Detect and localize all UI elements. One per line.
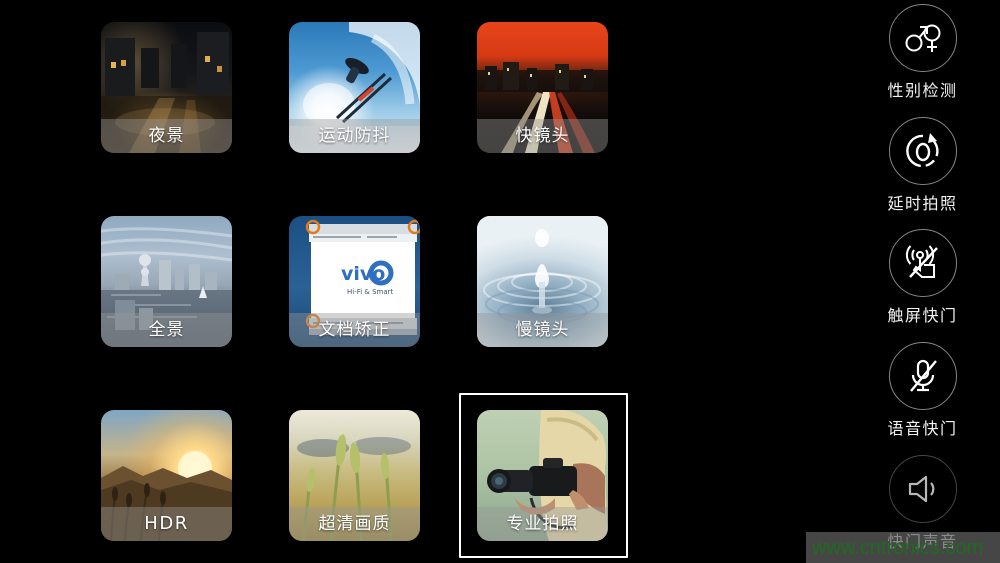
mode-ultra-hd-label: 超清画质 — [289, 507, 420, 541]
mode-sports-stabilize[interactable]: 运动防抖 — [289, 22, 420, 153]
settings-sidebar: 性别检测 延时拍照 触屏快门 语音快门 — [845, 0, 1000, 563]
sidebar-item-timer-delay[interactable]: 延时拍照 — [845, 117, 1000, 214]
svg-text:Hi-Fi & Smart: Hi-Fi & Smart — [347, 288, 394, 296]
mode-hdr[interactable]: HDR — [101, 410, 232, 541]
sidebar-label-voice-shutter: 语音快门 — [887, 419, 958, 438]
sidebar-item-touch-shutter[interactable]: 触屏快门 — [845, 229, 1000, 326]
gender-detect-icon[interactable] — [888, 4, 957, 72]
sidebar-label-gender-detection: 性别检测 — [887, 81, 958, 100]
sidebar-item-gender-detection[interactable]: 性别检测 — [845, 4, 1000, 101]
sidebar-label-touch-shutter: 触屏快门 — [887, 306, 958, 325]
mode-sports-label: 运动防抖 — [289, 119, 420, 153]
mode-night[interactable]: 夜景 — [101, 22, 232, 153]
timer-delay-icon[interactable] — [888, 117, 957, 185]
camera-mode-screen: 夜景 运动防抖 快镜头 全景 vivo Hi-Fi & Smart 文档矫正 慢… — [0, 0, 1000, 563]
mode-slow-motion-label: 慢镜头 — [477, 313, 608, 347]
mode-night-label: 夜景 — [101, 119, 232, 153]
mode-hdr-label: HDR — [101, 507, 232, 541]
mode-document-correction[interactable]: vivo Hi-Fi & Smart 文档矫正 — [289, 216, 420, 347]
mode-fast-motion[interactable]: 快镜头 — [477, 22, 608, 153]
mode-slow-motion[interactable]: 慢镜头 — [477, 216, 608, 347]
sidebar-label-timer-delay: 延时拍照 — [887, 194, 958, 213]
watermark-text: www.cntronics.com — [812, 537, 984, 559]
mode-panorama[interactable]: 全景 — [101, 216, 232, 347]
mode-document-label: 文档矫正 — [289, 313, 420, 347]
voice-shutter-off-icon[interactable] — [888, 342, 957, 410]
touch-shutter-off-icon[interactable] — [888, 229, 957, 297]
speaker-icon[interactable] — [888, 455, 957, 523]
mode-fast-motion-label: 快镜头 — [477, 119, 608, 153]
sidebar-item-voice-shutter[interactable]: 语音快门 — [845, 342, 1000, 439]
selected-mode-focus-ring — [459, 393, 628, 558]
mode-panorama-label: 全景 — [101, 313, 232, 347]
mode-grid: 夜景 运动防抖 快镜头 全景 vivo Hi-Fi & Smart 文档矫正 慢… — [101, 22, 649, 558]
mode-ultra-hd[interactable]: 超清画质 — [289, 410, 420, 541]
